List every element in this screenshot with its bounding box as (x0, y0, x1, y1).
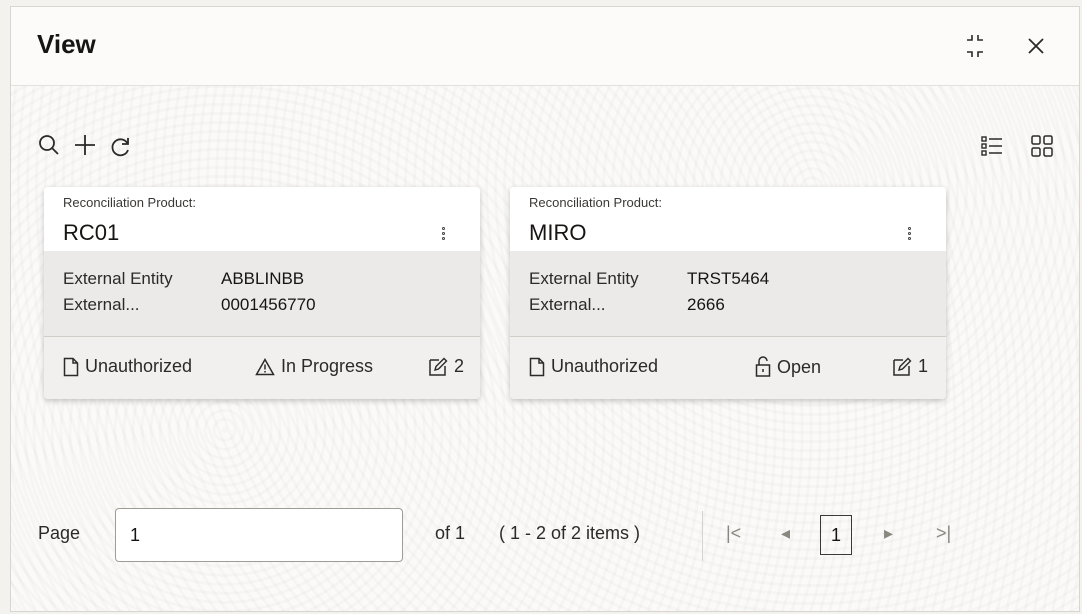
document-icon (63, 357, 79, 376)
status-label: Unauthorized (551, 356, 659, 376)
grid-view-icon[interactable] (1031, 135, 1053, 162)
card-footer: Unauthorized Open 1 (510, 337, 946, 399)
card-header: Reconciliation Product: RC01 (44, 187, 480, 251)
last-page-button[interactable]: >| (936, 523, 951, 544)
status-unauthorized[interactable]: Unauthorized (529, 356, 658, 377)
items-summary: ( 1 - 2 of 2 items ) (499, 523, 641, 543)
detail-row: External... 2666 (529, 295, 725, 315)
card-label: Reconciliation Product: (63, 195, 196, 210)
warning-icon (255, 357, 275, 375)
page-number-input[interactable] (115, 508, 403, 562)
detail-value: 2666 (687, 295, 725, 314)
unlock-icon (755, 356, 771, 377)
record-card[interactable]: Reconciliation Product: MIRO External En… (510, 187, 946, 399)
card-product-code: RC01 (63, 220, 120, 245)
modification-count[interactable]: 2 (428, 356, 464, 377)
add-icon[interactable] (73, 133, 97, 162)
first-page-button[interactable]: |< (726, 523, 741, 544)
detail-row: External Entity ABBLINBB (63, 269, 304, 289)
modification-count[interactable]: 1 (892, 356, 928, 377)
card-label: Reconciliation Product: (529, 195, 662, 210)
view-dialog: View Reconciliation Product: RC01 Extern… (10, 6, 1080, 612)
pagination-bar: Page of 1 ( 1 - 2 of 2 items ) |< ◂ 1 ▸ … (11, 507, 1079, 567)
card-header: Reconciliation Product: MIRO (510, 187, 946, 251)
modification-number: 2 (454, 356, 465, 376)
list-view-icon[interactable] (981, 135, 1003, 162)
status-label: Unauthorized (85, 356, 193, 376)
state-in-progress[interactable]: In Progress (255, 356, 373, 377)
page-total: of 1 (435, 523, 466, 543)
divider (702, 511, 703, 561)
more-actions-icon[interactable] (908, 227, 914, 247)
detail-key: External Entity (529, 269, 639, 288)
refresh-icon[interactable] (109, 135, 133, 164)
card-footer: Unauthorized In Progress 2 (44, 337, 480, 399)
modification-number: 1 (918, 356, 929, 376)
state-label: Open (777, 356, 822, 377)
previous-page-button[interactable]: ◂ (781, 523, 790, 544)
detail-key: External... (529, 295, 606, 314)
edit-icon (893, 357, 912, 376)
card-product-code: MIRO (529, 220, 587, 245)
card-details: External Entity ABBLINBB External... 00014… (44, 251, 480, 337)
detail-row: External... 0001456770 (63, 295, 316, 315)
record-card[interactable]: Reconciliation Product: RC01 External En… (44, 187, 480, 399)
detail-key: External Entity (63, 269, 173, 288)
dialog-title: View (37, 29, 96, 59)
state-open[interactable]: Open (755, 356, 821, 378)
dialog-header: View (11, 7, 1079, 86)
search-icon[interactable] (37, 133, 61, 162)
close-icon[interactable] (1027, 37, 1045, 60)
card-details: External Entity TRST5464 External... 2666 (510, 251, 946, 337)
document-icon (529, 357, 545, 376)
detail-value: TRST5464 (687, 269, 770, 288)
edit-icon (429, 357, 448, 376)
more-actions-icon[interactable] (442, 227, 448, 247)
detail-value: ABBLINBB (221, 269, 305, 288)
state-label: In Progress (281, 356, 374, 376)
collapse-icon[interactable] (965, 33, 985, 64)
current-page-button[interactable]: 1 (820, 515, 852, 555)
status-unauthorized[interactable]: Unauthorized (63, 356, 192, 377)
next-page-button[interactable]: ▸ (884, 523, 893, 544)
page-label: Page (38, 523, 81, 543)
detail-value: 0001456770 (221, 295, 316, 314)
detail-key: External... (63, 295, 140, 314)
detail-row: External Entity TRST5464 (529, 269, 769, 289)
